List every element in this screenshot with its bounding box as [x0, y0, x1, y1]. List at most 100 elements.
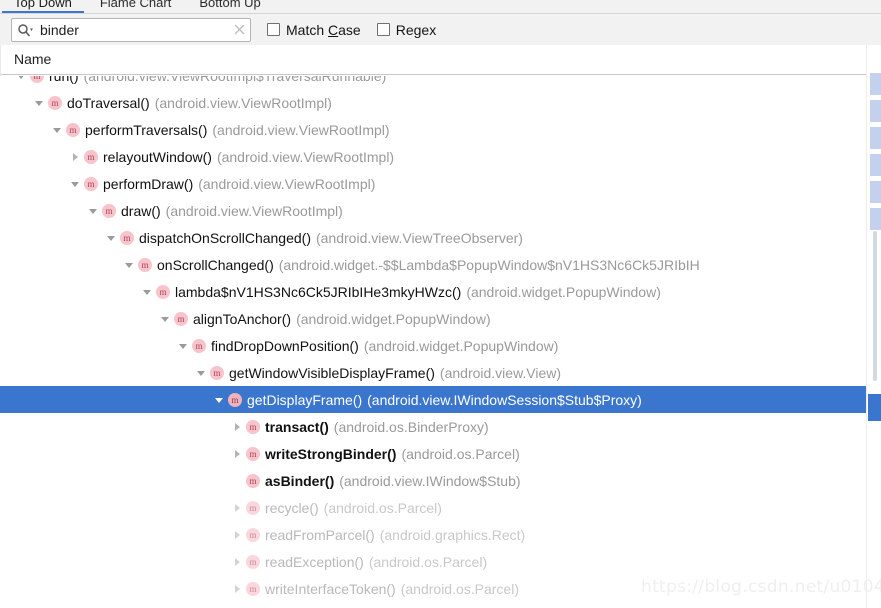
table-row[interactable]: m doTraversal() (android.view.ViewRootImpl… — [0, 89, 866, 116]
search-match-marker[interactable] — [870, 208, 881, 230]
method-name: readException() — [265, 553, 364, 570]
method-icon: m — [138, 257, 152, 272]
method-package: (android.os.Parcel) — [323, 499, 442, 516]
chevron-right-icon[interactable] — [228, 494, 246, 521]
selected-row-marker[interactable] — [868, 394, 881, 421]
chevron-down-icon[interactable] — [66, 170, 84, 197]
scrollbar-track[interactable] — [868, 45, 881, 608]
search-input[interactable]: binder — [34, 19, 233, 41]
chevron-right-icon[interactable] — [228, 575, 246, 602]
method-icon: m — [156, 284, 170, 299]
method-name: writeStrongBinder() — [265, 445, 397, 462]
regex-checkbox[interactable] — [376, 23, 390, 36]
method-name: asBinder() — [265, 472, 335, 489]
match-case-label: Match Case — [286, 21, 361, 38]
chevron-right-icon[interactable] — [228, 548, 246, 575]
search-icon[interactable] — [17, 23, 34, 37]
chevron-down-icon[interactable] — [30, 89, 48, 116]
match-case-option[interactable]: Match Case — [267, 22, 361, 38]
table-row[interactable]: m run() (android.view.ViewRootImpl$Travers… — [0, 76, 866, 89]
table-row[interactable]: m lambda$nV1HS3Nc6Ck5JRIbIHe3mkyHWzc() (an… — [0, 278, 866, 305]
profiler-top-down-panel: Top Down Flame Chart Bottom Up binder Ma… — [0, 0, 881, 608]
method-name: transact() — [265, 418, 329, 435]
call-tree[interactable]: m run() (android.view.ViewRootImpl$Travers… — [0, 76, 866, 608]
scrollbar-thumb[interactable] — [873, 231, 877, 381]
tab-top-down[interactable]: Top Down — [0, 0, 86, 13]
chevron-down-icon[interactable] — [120, 251, 138, 278]
table-row[interactable]: m writeInterfaceToken() (android.os.Parcel… — [0, 575, 866, 602]
search-match-marker[interactable] — [870, 154, 881, 176]
table-row[interactable]: mreadInt()(android.os.Parcel) — [0, 602, 866, 608]
method-package: (android.graphics.Rect) — [379, 526, 526, 543]
method-name: writeInterfaceToken() — [265, 580, 396, 597]
chevron-right-icon[interactable] — [228, 440, 246, 467]
table-row[interactable]: m writeStrongBinder() (android.os.Parcel) — [0, 440, 866, 467]
method-icon: m — [228, 392, 242, 407]
chevron-down-icon[interactable] — [138, 278, 156, 305]
table-row[interactable]: m relayoutWindow() (android.view.ViewRootI… — [0, 143, 866, 170]
table-row[interactable]: m getDisplayFrame() (android.view.IWindowS… — [0, 386, 866, 413]
method-name: alignToAnchor() — [193, 310, 292, 327]
method-package: (android.view.ViewRootImpl) — [154, 94, 332, 111]
method-icon: m — [192, 338, 206, 353]
vertical-scrollbar[interactable] — [866, 45, 881, 608]
tab-bottom-up[interactable]: Bottom Up — [185, 0, 274, 13]
chevron-right-icon[interactable] — [66, 143, 84, 170]
match-case-mnemonic: C — [328, 21, 339, 38]
method-name: findDropDownPosition() — [211, 337, 359, 354]
table-row[interactable]: m recycle() (android.os.Parcel) — [0, 494, 866, 521]
chevron-down-icon[interactable] — [12, 76, 30, 89]
table-row[interactable]: m onScrollChanged() (android.widget.-$$Lam… — [0, 251, 866, 278]
tab-flame-chart[interactable]: Flame Chart — [86, 0, 186, 13]
call-tree-rows: m run() (android.view.ViewRootImpl$Travers… — [0, 76, 866, 608]
chevron-right-icon[interactable] — [228, 521, 246, 548]
method-name: relayoutWindow() — [103, 148, 212, 165]
table-row[interactable]: m dispatchOnScrollChanged() (android.view.… — [0, 224, 866, 251]
chevron-down-icon[interactable] — [156, 305, 174, 332]
method-package: (android.os.BinderProxy) — [333, 418, 489, 435]
table-row[interactable]: m transact() (android.os.BinderProxy) — [0, 413, 866, 440]
method-name: draw() — [121, 202, 161, 219]
method-name: recycle() — [265, 499, 319, 516]
clear-icon[interactable] — [233, 23, 246, 36]
table-row[interactable]: m alignToAnchor() (android.widget.PopupWin… — [0, 305, 866, 332]
view-tabs: Top Down Flame Chart Bottom Up — [0, 0, 275, 13]
table-row[interactable]: m findDropDownPosition() (android.widget.P… — [0, 332, 866, 359]
view-tabbar: Top Down Flame Chart Bottom Up — [0, 0, 881, 14]
method-icon: m — [84, 149, 98, 164]
chevron-down-icon[interactable] — [48, 116, 66, 143]
search-match-marker[interactable] — [870, 73, 881, 95]
method-name: readFromParcel() — [265, 526, 375, 543]
method-package: (android.os.Parcel) — [400, 580, 519, 597]
chevron-right-icon[interactable] — [228, 602, 246, 608]
regex-option[interactable]: Regex — [376, 22, 436, 38]
search-match-marker[interactable] — [870, 127, 881, 149]
table-row[interactable]: m readFromParcel() (android.graphics.Rect) — [0, 521, 866, 548]
chevron-down-icon[interactable] — [192, 359, 210, 386]
table-row[interactable]: m getWindowVisibleDisplayFrame() (android.… — [0, 359, 866, 386]
chevron-down-icon[interactable] — [102, 224, 120, 251]
table-row[interactable]: m readException() (android.os.Parcel) — [0, 548, 866, 575]
tab-bottom-up-label: Bottom Up — [199, 0, 261, 10]
method-package: (android.view.ViewRootImpl$TraversalRunn… — [84, 76, 387, 85]
search-match-marker[interactable] — [870, 181, 881, 203]
search-match-marker[interactable] — [870, 100, 881, 122]
method-name: getWindowVisibleDisplayFrame() — [229, 364, 435, 381]
method-package: (android.view.ViewRootImpl) — [198, 175, 376, 192]
chevron-right-icon[interactable] — [228, 413, 246, 440]
table-row[interactable]: m asBinder() (android.view.IWindow$Stub) — [0, 467, 866, 494]
match-case-checkbox[interactable] — [267, 23, 280, 36]
filter-toolbar: binder Match Case Regex — [0, 14, 881, 45]
method-package: (android.view.ViewTreeObserver) — [315, 229, 523, 246]
table-row[interactable]: m draw() (android.view.ViewRootImpl) — [0, 197, 866, 224]
column-header-name[interactable]: Name — [14, 51, 51, 67]
method-package: (android.widget.PopupWindow) — [466, 283, 661, 300]
search-field[interactable]: binder — [11, 17, 251, 42]
method-name: performTraversals() — [85, 121, 208, 138]
chevron-down-icon[interactable] — [210, 386, 228, 413]
chevron-down-icon[interactable] — [84, 197, 102, 224]
table-row[interactable]: m performDraw() (android.view.ViewRootImpl… — [0, 170, 866, 197]
method-name: getDisplayFrame() — [247, 391, 363, 408]
chevron-down-icon[interactable] — [174, 332, 192, 359]
table-row[interactable]: m performTraversals() (android.view.ViewRo… — [0, 116, 866, 143]
